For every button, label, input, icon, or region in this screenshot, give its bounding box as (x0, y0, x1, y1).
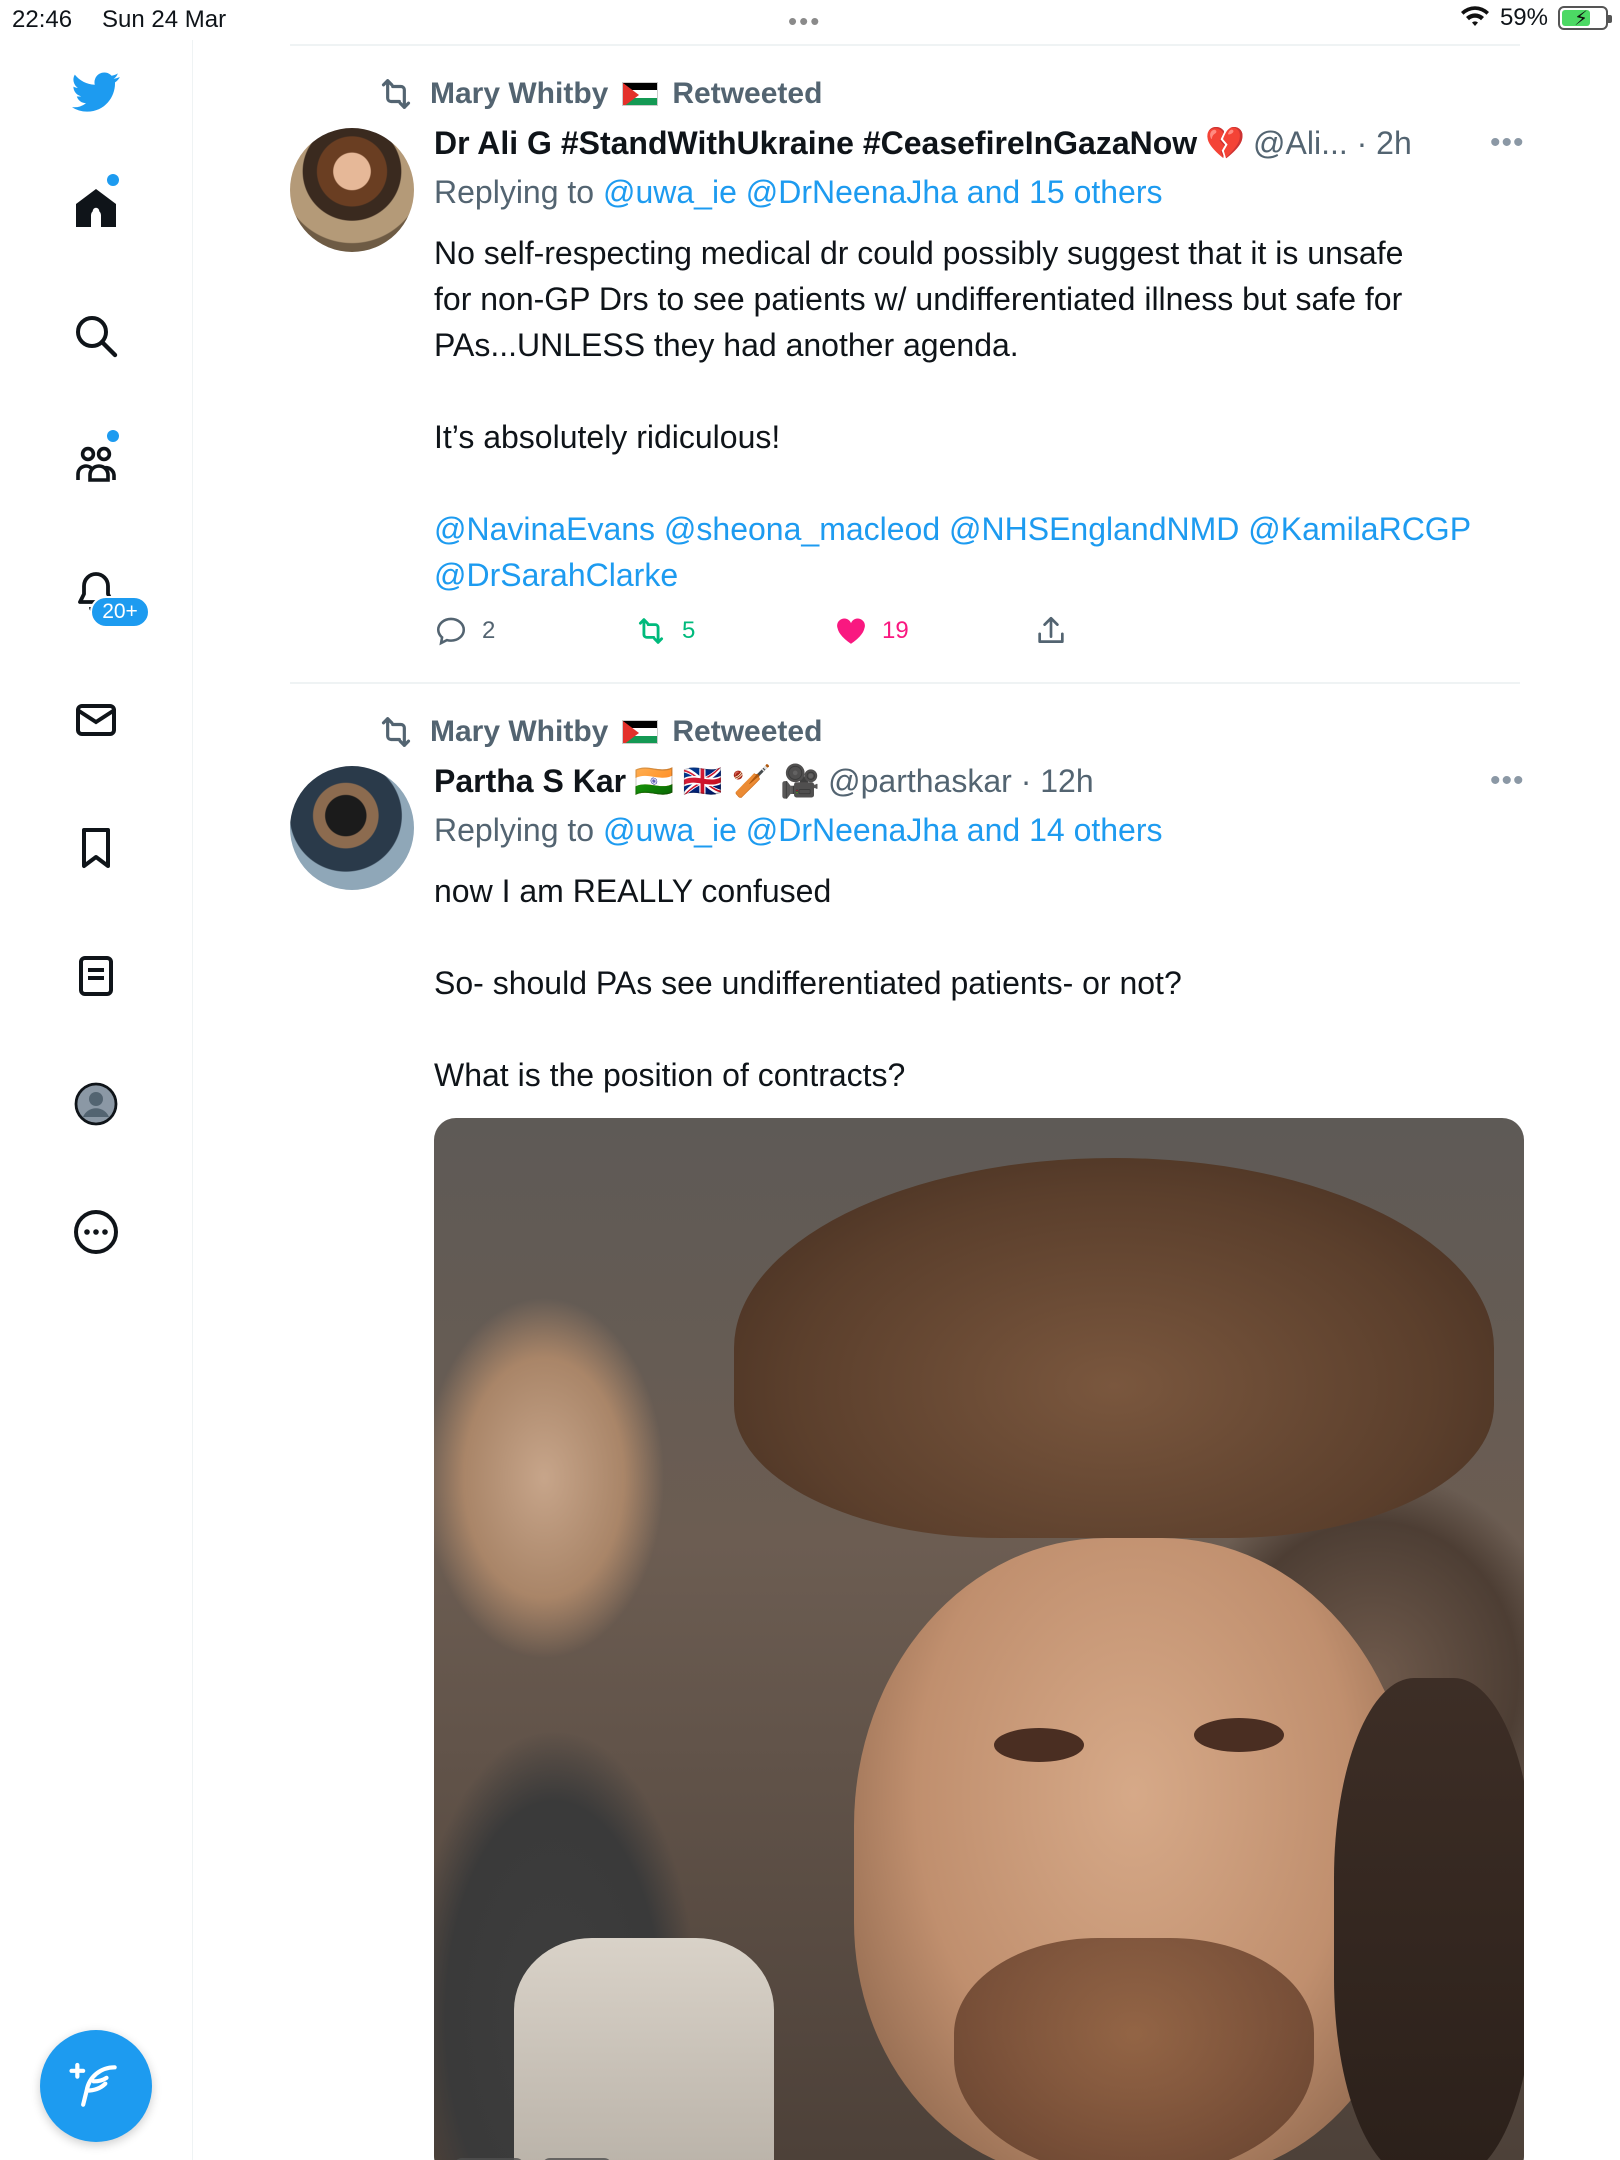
mail-icon[interactable] (70, 694, 122, 746)
retweet-count: 5 (682, 617, 696, 644)
avatar[interactable] (290, 128, 414, 252)
author-name[interactable]: Partha S Kar (434, 763, 626, 800)
more-options-icon[interactable]: ••• (1490, 126, 1525, 160)
media-beard (954, 1938, 1314, 2160)
tweet-text-line: PAs...UNLESS they had another agenda. (434, 327, 1019, 363)
retweeted-by[interactable]: Mary Whitby (430, 77, 608, 111)
list-icon[interactable] (70, 950, 122, 1002)
more-circle-icon[interactable] (70, 1206, 122, 1258)
retweet-icon (381, 79, 411, 109)
compose-tweet-button[interactable] (40, 2030, 152, 2142)
status-time: 22:46 (12, 6, 73, 33)
media-eye (1194, 1718, 1284, 1752)
compose-feather-icon (69, 2062, 117, 2107)
tweet-text-line: So- should PAs see undifferentiated pati… (434, 965, 1182, 1001)
replying-to-links[interactable]: @uwa_ie @DrNeenaJha and 15 others (603, 174, 1163, 210)
status-right: 59% ⚡ (1460, 4, 1612, 32)
author-handle-time[interactable]: @Ali... · 2h (1253, 125, 1412, 162)
notifications-badge: 20+ (90, 596, 150, 628)
twitter-logo-icon[interactable] (70, 66, 122, 118)
more-options-icon[interactable]: ••• (1490, 764, 1525, 798)
replying-prefix: Replying to (434, 812, 595, 848)
retweet-context: Mary Whitby Retweeted (376, 74, 822, 114)
home-unread-dot (107, 174, 119, 186)
status-bar: 22:46 Sun 24 Mar ••• 59% ⚡ (0, 0, 1620, 40)
reply-button[interactable]: 2 (434, 614, 634, 648)
media-hand (1334, 1678, 1524, 2160)
tweet-text-line: What is the position of contracts? (434, 1057, 906, 1093)
author-handle-time[interactable]: @parthaskar · 12h (828, 763, 1094, 800)
avatar[interactable] (290, 766, 414, 890)
replying-to: Replying to @uwa_ie @DrNeenaJha and 15 o… (434, 174, 1163, 211)
share-icon (1038, 616, 1064, 643)
profile-icon[interactable] (70, 1078, 122, 1130)
author-emoji: 💔 (1205, 125, 1246, 161)
retweet-context: Mary Whitby Retweeted (376, 712, 822, 752)
status-date: Sun 24 Mar (102, 6, 227, 33)
top-divider (290, 44, 1520, 46)
retweet-icon (638, 618, 664, 644)
tweet-text-line (434, 460, 1504, 506)
tweet-text-line: It’s absolutely ridiculous! (434, 419, 781, 455)
battery-percent: 59% (1499, 4, 1548, 31)
tweet-text-line (434, 914, 1504, 960)
tweet-text-line (434, 1006, 1504, 1052)
tweet-text-line: for non-GP Drs to see patients w/ undiff… (434, 281, 1403, 317)
communities-unread-dot (107, 430, 119, 442)
palestine-flag-icon (622, 720, 659, 744)
replying-prefix: Replying to (434, 174, 595, 210)
heart-icon (837, 618, 865, 644)
tweet-divider (290, 682, 1520, 684)
retweeted-label: Retweeted (672, 77, 823, 110)
tweet-text-line: now I am REALLY confused (434, 873, 832, 909)
retweeted-by[interactable]: Mary Whitby (430, 715, 608, 749)
media-eye (994, 1728, 1084, 1762)
retweeted-label: Retweeted (672, 715, 823, 748)
sidebar: 20+ (0, 40, 193, 2160)
retweet-icon (381, 717, 411, 747)
multitasking-dots[interactable]: ••• (788, 6, 821, 37)
media-shirt (514, 1938, 774, 2160)
communities-icon[interactable] (70, 438, 122, 490)
author-row: Dr Ali G #StandWithUkraine #CeasefireInG… (434, 124, 1412, 162)
wifi-icon (1460, 6, 1489, 26)
reply-icon (436, 617, 466, 646)
mentions-line[interactable]: @NavinaEvans @sheona_macleod @NHSEngland… (434, 506, 1504, 552)
share-button[interactable] (1034, 614, 1068, 648)
replying-to: Replying to @uwa_ie @DrNeenaJha and 14 o… (434, 812, 1163, 849)
home-icon[interactable] (70, 182, 122, 234)
author-row: Partha S Kar 🇮🇳 🇬🇧 🏏 🎥 @parthaskar · 12h (434, 762, 1094, 800)
battery-icon: ⚡ (1558, 6, 1612, 30)
tweet-text: now I am REALLY confused So- should PAs … (434, 868, 1504, 1098)
tweet-text-line (434, 368, 1504, 414)
mentions-line[interactable]: @DrSarahClarke (434, 552, 1504, 598)
tweet-media-image[interactable] (434, 1118, 1524, 2160)
palestine-flag-icon (622, 82, 659, 106)
like-count: 19 (882, 617, 909, 644)
like-button[interactable]: 19 (834, 614, 1034, 648)
search-icon[interactable] (70, 310, 122, 362)
author-emoji: 🇮🇳 🇬🇧 🏏 🎥 (634, 763, 821, 799)
retweet-button[interactable]: 5 (634, 614, 834, 648)
tweet-text: No self-respecting medical dr could poss… (434, 230, 1504, 598)
author-name[interactable]: Dr Ali G #StandWithUkraine #CeasefireInG… (434, 125, 1197, 162)
tweet-actions: 2 5 19 (434, 614, 1068, 648)
bookmark-icon[interactable] (70, 822, 122, 874)
tweet-text-line: No self-respecting medical dr could poss… (434, 235, 1404, 271)
media-hair (734, 1158, 1494, 1538)
replying-to-links[interactable]: @uwa_ie @DrNeenaJha and 14 others (603, 812, 1163, 848)
reply-count: 2 (482, 617, 496, 644)
